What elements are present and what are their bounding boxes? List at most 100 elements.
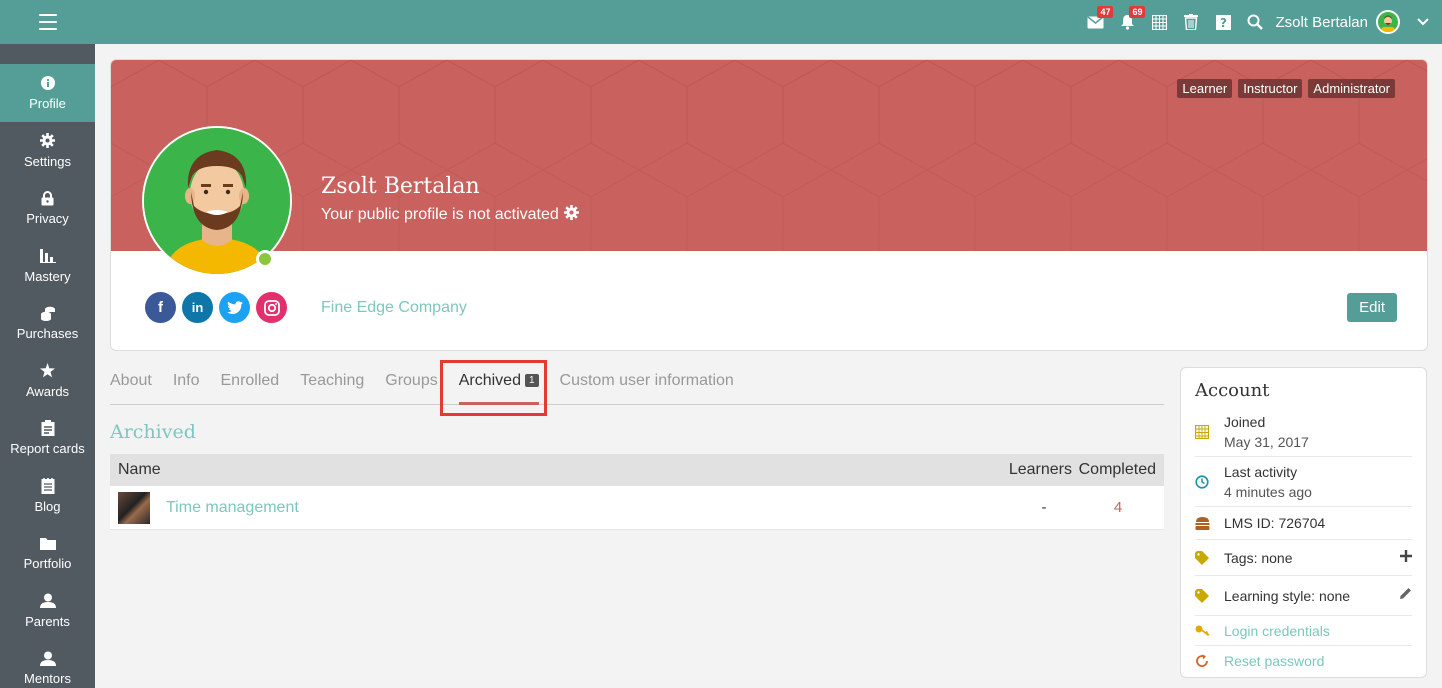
trash-icon: [1184, 14, 1199, 30]
course-name-link[interactable]: Time management: [166, 499, 1000, 517]
online-status-dot: [256, 250, 274, 268]
reset-password-link[interactable]: Reset password: [1224, 653, 1324, 669]
tab-archived[interactable]: Archived 1: [458, 366, 539, 405]
facebook-icon[interactable]: f: [145, 292, 176, 323]
tab-groups[interactable]: Groups: [385, 366, 437, 404]
bar-chart-icon: [39, 247, 56, 265]
messages-button[interactable]: 47: [1079, 0, 1114, 44]
sidebar-item-blog[interactable]: Blog: [0, 467, 95, 525]
tab-enrolled[interactable]: Enrolled: [221, 366, 280, 404]
lms-id: LMS ID: 726704: [1224, 515, 1326, 531]
edit-pencil-icon[interactable]: [1399, 587, 1412, 605]
profile-status: Your public profile is not activated: [321, 205, 579, 225]
tab-label: Archived: [458, 372, 521, 389]
svg-text:?: ?: [1220, 16, 1227, 30]
sidebar-item-label: Privacy: [26, 211, 69, 227]
tab-teaching[interactable]: Teaching: [300, 366, 364, 404]
column-header-learners[interactable]: Learners: [1000, 461, 1072, 479]
tag-icon: [1195, 588, 1224, 603]
joined-label: Joined: [1224, 413, 1266, 430]
help-button[interactable]: ?: [1207, 0, 1239, 44]
sidebar-item-report-cards[interactable]: Report cards: [0, 409, 95, 467]
course-completed[interactable]: 4: [1072, 499, 1164, 516]
tab-label: Teaching: [300, 372, 365, 389]
reset-password-row: Reset password: [1195, 646, 1412, 676]
column-header-completed[interactable]: Completed: [1072, 461, 1164, 479]
tab-label: Custom user information: [559, 372, 734, 389]
login-credentials-link[interactable]: Login credentials: [1224, 623, 1330, 639]
user-icon: [39, 649, 56, 667]
calendar-icon: [1195, 424, 1224, 439]
sidebar-item-label: Profile: [29, 96, 66, 112]
tab-about[interactable]: About: [110, 366, 152, 404]
learning-style-value: Learning style: none: [1224, 587, 1351, 604]
id-card-icon: [1195, 516, 1224, 530]
user-avatar[interactable]: [1376, 10, 1400, 34]
sidebar-item-parents[interactable]: Parents: [0, 582, 95, 640]
hamburger-menu-icon[interactable]: [39, 14, 57, 30]
key-icon: [1195, 625, 1224, 637]
info-icon: [40, 74, 55, 92]
user-name[interactable]: Zsolt Bertalan: [1275, 14, 1368, 31]
sidebar-item-portfolio[interactable]: Portfolio: [0, 524, 95, 582]
sidebar-item-settings[interactable]: Settings: [0, 122, 95, 180]
role-badge-instructor: Instructor: [1238, 79, 1303, 98]
calendar-icon: [1151, 14, 1167, 30]
gear-icon[interactable]: [563, 205, 579, 225]
sidebar-item-label: Portfolio: [23, 556, 72, 572]
account-title: Account: [1195, 380, 1270, 401]
gear-icon: [40, 132, 55, 150]
tab-label: About: [110, 372, 152, 389]
sidebar-item-awards[interactable]: Awards: [0, 352, 95, 410]
star-icon: [40, 362, 55, 380]
search-button[interactable]: [1239, 0, 1271, 44]
sidebar-item-mastery[interactable]: Mastery: [0, 237, 95, 295]
column-header-name[interactable]: Name: [110, 461, 1000, 479]
tab-custom-user-information[interactable]: Custom user information: [560, 366, 734, 404]
sidebar-item-mentors[interactable]: Mentors: [0, 639, 95, 688]
sidebar: Profile Settings Privacy Mastery Purchas…: [0, 44, 95, 688]
user-menu-chevron-down-icon[interactable]: [1410, 0, 1436, 44]
calendar-button[interactable]: [1143, 0, 1175, 44]
sidebar-item-purchases[interactable]: Purchases: [0, 294, 95, 352]
sidebar-item-label: Awards: [25, 383, 70, 399]
add-tag-plus-icon[interactable]: [1400, 549, 1412, 567]
course-thumbnail[interactable]: [118, 491, 150, 524]
sidebar-item-label: Mentors: [24, 671, 71, 687]
tab-label: Info: [172, 372, 200, 389]
section-title: Archived: [110, 421, 196, 443]
table-row: Time management - 4: [110, 486, 1164, 530]
sidebar-item-profile[interactable]: Profile: [0, 64, 95, 122]
sidebar-item-label: Blog: [34, 498, 61, 514]
company-link[interactable]: Fine Edge Company: [321, 299, 467, 317]
help-icon: ?: [1215, 14, 1231, 30]
notifications-button[interactable]: 69: [1111, 0, 1146, 44]
joined-date: May 31, 2017: [1224, 433, 1309, 450]
tags-value: Tags: none: [1224, 549, 1293, 566]
clock-icon: [1195, 474, 1224, 489]
instagram-icon[interactable]: [256, 292, 287, 323]
social-links: f in: [145, 292, 287, 323]
tab-info[interactable]: Info: [173, 366, 200, 404]
edit-profile-button[interactable]: Edit: [1347, 293, 1397, 322]
profile-tabs: About Info Enrolled Teaching Groups Arch…: [110, 366, 1164, 405]
tab-count-badge: 1: [524, 374, 539, 387]
archived-courses-table: Name Learners Completed Time management …: [110, 454, 1164, 530]
account-panel: Account Joined May 31, 2017 Last activit…: [1180, 367, 1427, 678]
tag-icon: [1195, 550, 1224, 565]
login-credentials-row: Login credentials: [1195, 616, 1412, 646]
trash-button[interactable]: [1175, 0, 1207, 44]
sidebar-item-label: Parents: [25, 613, 70, 629]
linkedin-icon[interactable]: in: [182, 292, 213, 323]
profile-card: Learner Instructor Administrator Zsolt B…: [110, 59, 1428, 351]
lock-icon: [41, 189, 54, 207]
sidebar-item-privacy[interactable]: Privacy: [0, 179, 95, 237]
learning-style-row: Learning style: none: [1195, 576, 1412, 616]
last-activity-row: Last activity 4 minutes ago: [1195, 457, 1412, 507]
tags-row: Tags: none: [1195, 540, 1412, 576]
role-badge-administrator: Administrator: [1308, 79, 1395, 98]
twitter-icon[interactable]: [219, 292, 250, 323]
last-activity-value: 4 minutes ago: [1224, 483, 1312, 500]
joined-row: Joined May 31, 2017: [1195, 407, 1412, 457]
folder-icon: [39, 534, 56, 552]
